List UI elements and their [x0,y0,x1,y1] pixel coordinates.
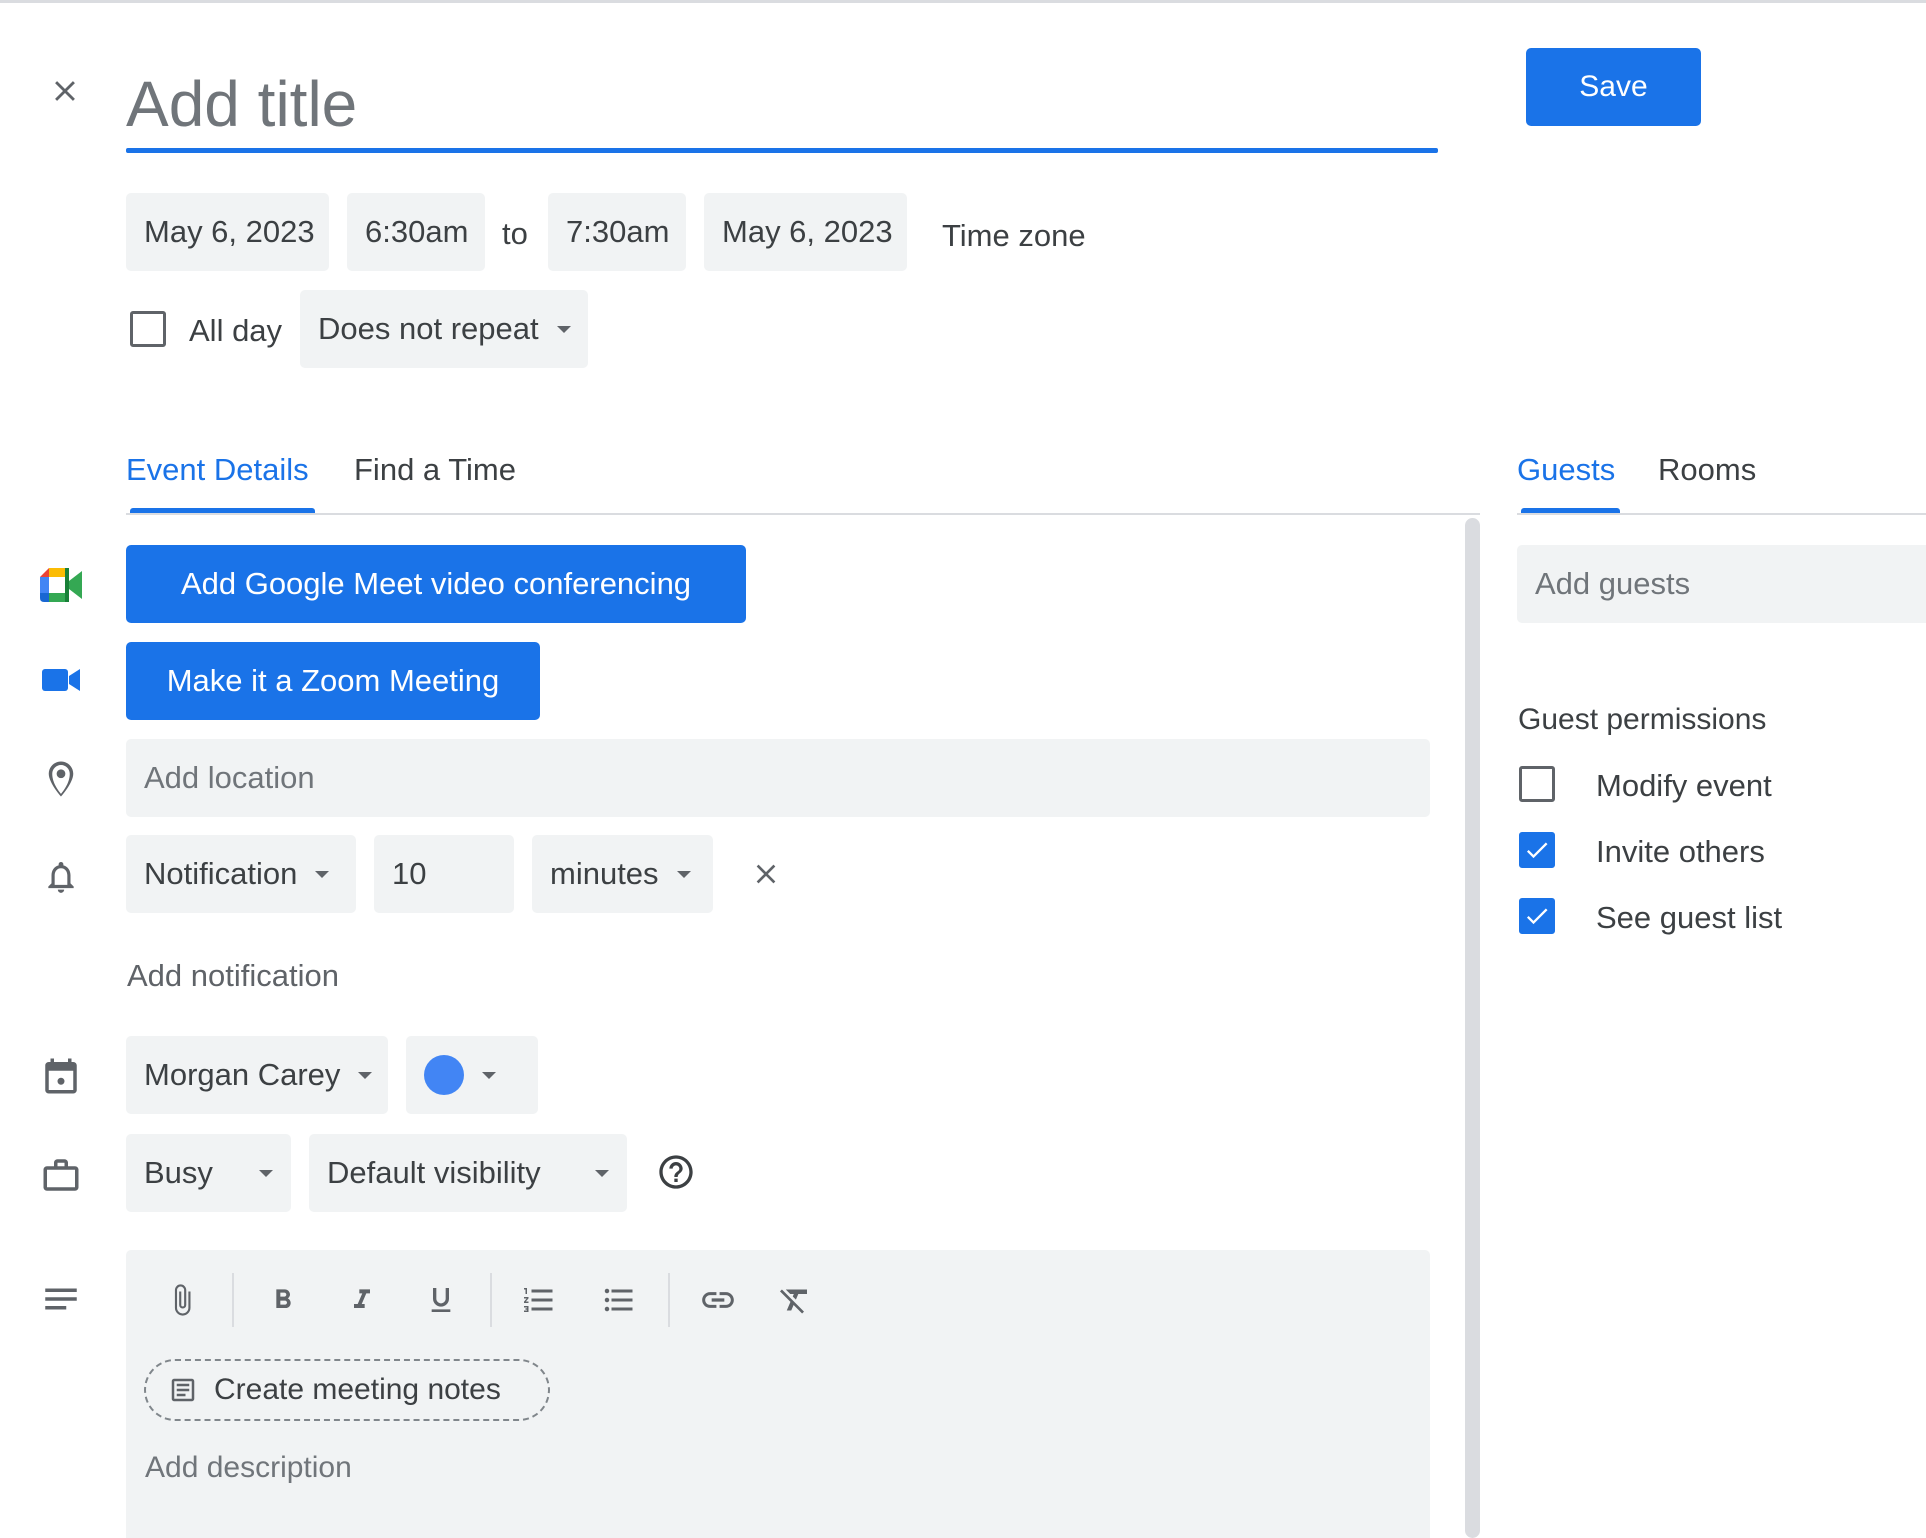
tab-rooms[interactable]: Rooms [1658,452,1756,488]
chevron-down-icon [358,1071,373,1079]
repeat-label: Does not repeat [318,311,539,346]
toolbar-separator [490,1273,492,1327]
notification-type-dropdown[interactable]: Notification [126,835,356,913]
repeat-dropdown[interactable]: Does not repeat [300,290,588,368]
document-icon [168,1375,198,1405]
notification-unit-label: minutes [550,856,659,891]
visibility-label: Default visibility [327,1155,541,1190]
visibility-dropdown[interactable]: Default visibility [309,1134,627,1212]
location-pin-icon [40,756,82,802]
availability-dropdown[interactable]: Busy [126,1134,291,1212]
modify-event-label: Modify event [1596,768,1772,803]
description-placeholder[interactable]: Add description [145,1451,352,1485]
add-notification-link[interactable]: Add notification [127,958,339,994]
chevron-down-icon [259,1169,273,1177]
bold-icon[interactable] [258,1275,308,1325]
remove-notification-close-icon[interactable] [744,852,788,896]
bell-icon [42,856,80,898]
title-input[interactable] [126,58,1438,150]
link-icon[interactable] [693,1275,743,1325]
zoom-meeting-button[interactable]: Make it a Zoom Meeting [126,642,540,720]
chevron-down-icon [482,1071,496,1079]
notification-type-label: Notification [144,856,298,891]
description-lines-icon [40,1278,82,1320]
calendar-owner-label: Morgan Carey [144,1057,341,1092]
notification-unit-dropdown[interactable]: minutes [532,835,713,913]
attachment-icon[interactable] [157,1275,207,1325]
end-time-button[interactable]: 7:30am [548,193,686,271]
start-date-button[interactable]: May 6, 2023 [126,193,329,271]
tab-guests[interactable]: Guests [1517,452,1615,488]
availability-label: Busy [144,1155,213,1190]
guest-permissions-title: Guest permissions [1518,703,1767,736]
checkmark-icon [1526,842,1548,859]
start-time-button[interactable]: 6:30am [347,193,485,271]
add-guests-input[interactable]: Add guests [1517,545,1926,623]
toolbar-separator [232,1273,234,1327]
help-icon[interactable] [654,1150,698,1194]
see-guest-list-label: See guest list [1596,900,1783,935]
chevron-down-icon [676,870,691,878]
side-tabs-divider [1517,513,1926,515]
tabs-divider [126,513,1480,515]
all-day-checkbox[interactable] [130,311,166,347]
notification-amount-input[interactable]: 10 [374,835,514,913]
see-guest-list-checkbox[interactable] [1519,898,1555,934]
end-date-button[interactable]: May 6, 2023 [704,193,907,271]
clear-formatting-icon[interactable] [770,1275,820,1325]
save-button[interactable]: Save [1526,48,1701,126]
underline-icon[interactable] [416,1275,466,1325]
checkmark-icon [1526,908,1548,925]
zoom-video-icon [42,667,80,693]
top-border [0,0,1926,3]
modify-event-checkbox[interactable] [1519,766,1555,802]
italic-icon[interactable] [337,1275,387,1325]
event-color-dropdown[interactable] [406,1036,538,1114]
invite-others-label: Invite others [1596,834,1765,869]
scrollbar[interactable] [1465,518,1480,1538]
toolbar-separator [668,1273,670,1327]
tab-find-a-time[interactable]: Find a Time [354,452,516,488]
invite-others-checkbox[interactable] [1519,832,1555,868]
chevron-down-icon [315,870,330,878]
title-underline [126,148,1438,153]
create-meeting-notes-label: Create meeting notes [214,1373,501,1406]
bulleted-list-icon[interactable] [594,1275,644,1325]
add-google-meet-button[interactable]: Add Google Meet video conferencing [126,545,746,623]
chevron-down-icon [556,325,571,333]
time-separator: to [502,216,528,251]
chevron-down-icon [595,1169,609,1177]
numbered-list-icon[interactable] [514,1275,564,1325]
color-swatch [424,1055,464,1095]
all-day-label: All day [189,313,283,348]
calendar-icon [40,1055,82,1097]
google-meet-icon [40,568,82,602]
briefcase-icon [40,1154,82,1196]
location-input[interactable]: Add location [126,739,1430,817]
close-icon[interactable] [40,66,90,116]
tab-event-details[interactable]: Event Details [126,452,309,488]
timezone-link[interactable]: Time zone [942,218,1086,254]
calendar-owner-dropdown[interactable]: Morgan Carey [126,1036,388,1114]
create-meeting-notes-button[interactable]: Create meeting notes [144,1359,550,1421]
